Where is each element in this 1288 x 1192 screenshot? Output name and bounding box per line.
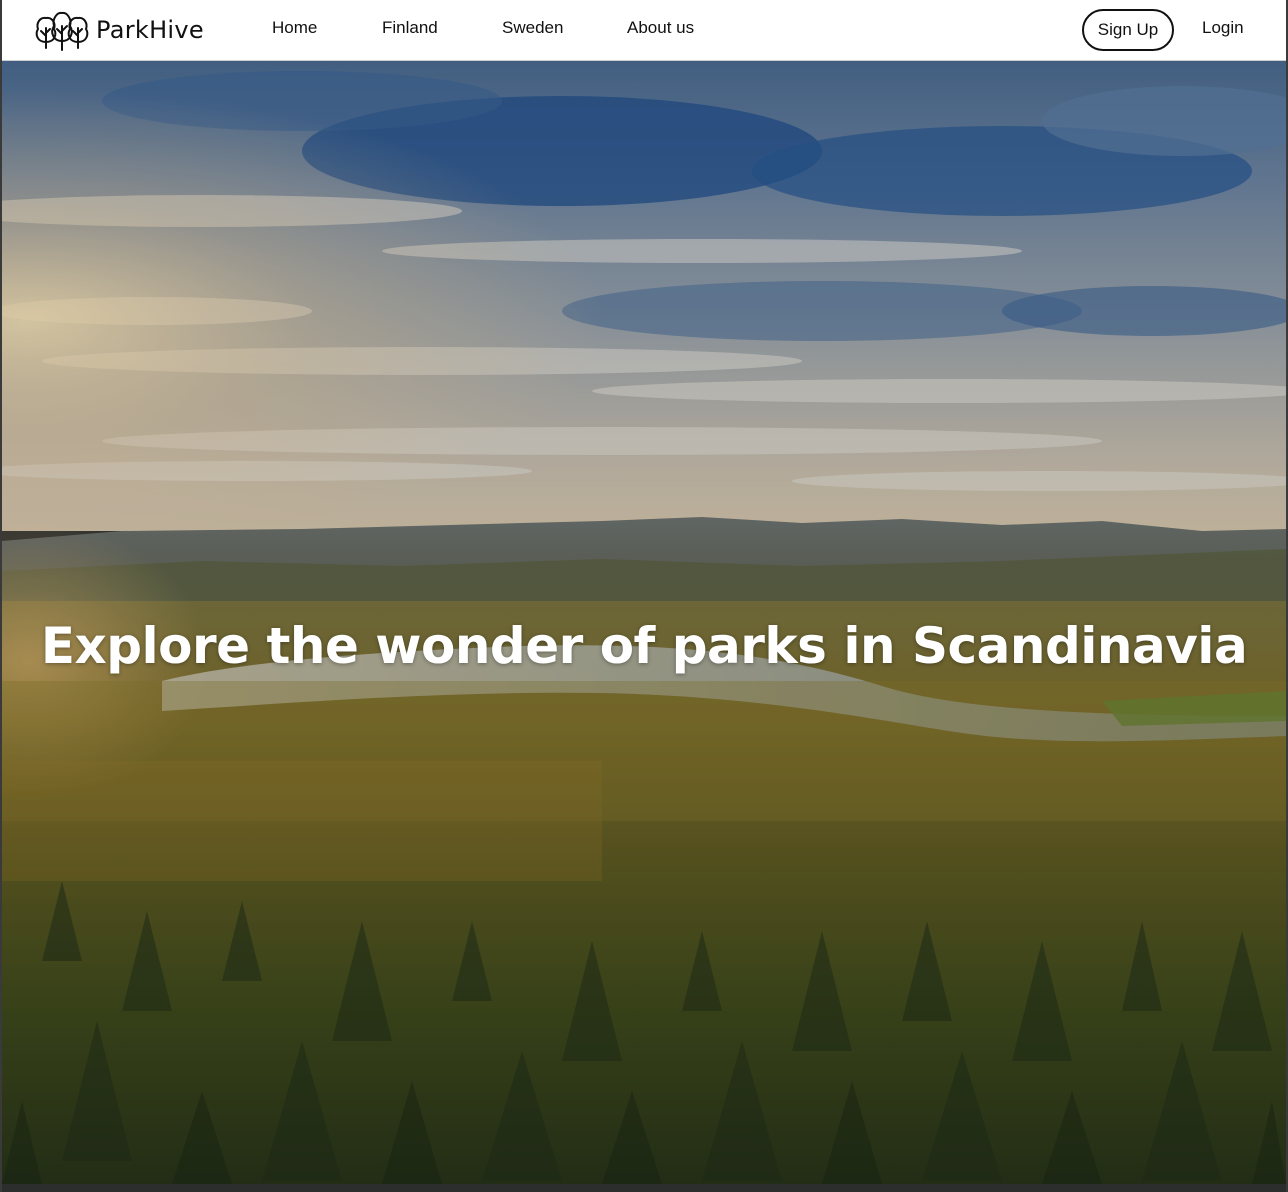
- brand-name: ParkHive: [96, 16, 204, 44]
- nav-about-us[interactable]: About us: [627, 18, 694, 38]
- hero-section: Explore the wonder of parks in Scandinav…: [2, 61, 1286, 1184]
- page: ParkHive Home Finland Sweden About us Si…: [0, 0, 1288, 1192]
- nav-sweden[interactable]: Sweden: [502, 18, 563, 38]
- brand-logo[interactable]: ParkHive: [34, 8, 204, 52]
- trees-icon: [35, 11, 89, 51]
- login-link[interactable]: Login: [1202, 18, 1244, 38]
- nav-home[interactable]: Home: [272, 18, 317, 38]
- page-bottom-edge: [2, 1184, 1286, 1192]
- hero-title: Explore the wonder of parks in Scandinav…: [40, 617, 1248, 675]
- sign-up-button[interactable]: Sign Up: [1082, 9, 1174, 51]
- nav-finland[interactable]: Finland: [382, 18, 438, 38]
- navbar: ParkHive Home Finland Sweden About us Si…: [2, 0, 1286, 61]
